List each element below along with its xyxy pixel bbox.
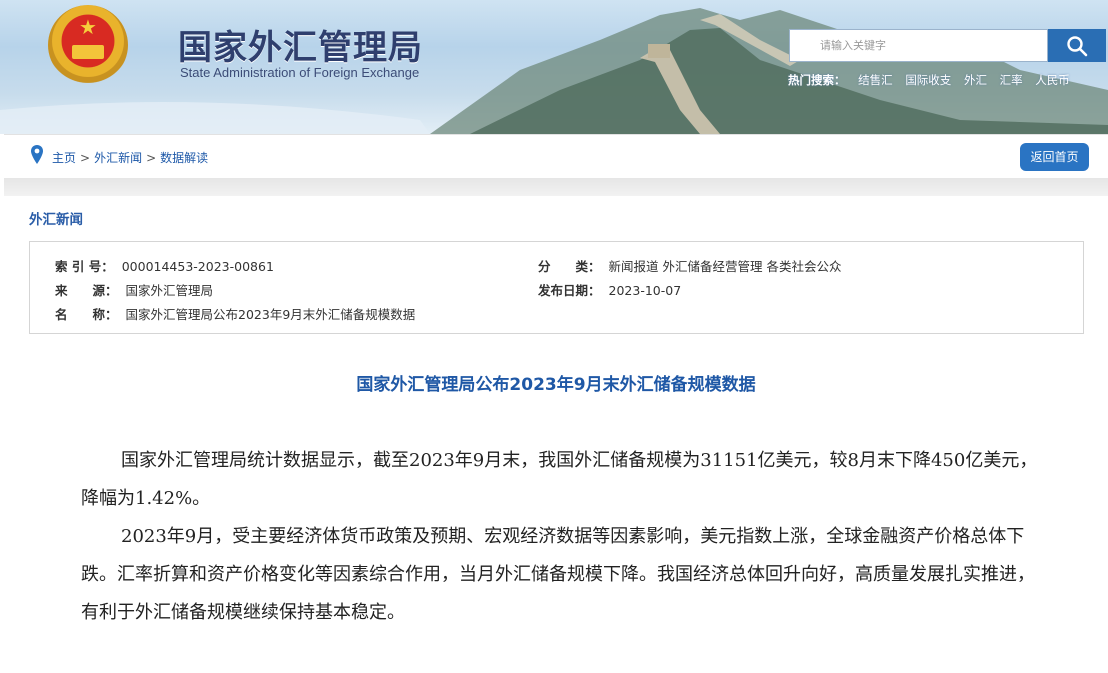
location-pin-icon	[31, 145, 43, 164]
meta-source-value: 国家外汇管理局	[125, 283, 214, 298]
meta-source-label: 来 源：	[55, 283, 118, 298]
back-home-button[interactable]: 返回首页	[1020, 143, 1089, 171]
search-icon	[1067, 35, 1088, 56]
breadcrumb-bar: 主页 > 外汇新闻 > 数据解读 返回首页	[4, 134, 1108, 179]
breadcrumb-separator: >	[80, 151, 91, 165]
hot-keyword-guojishouzhi[interactable]: 国际收支	[905, 73, 951, 87]
national-emblem-icon: ★	[48, 5, 128, 85]
breadcrumb: 主页 > 外汇新闻 > 数据解读	[52, 149, 208, 166]
search-button[interactable]	[1048, 29, 1106, 62]
site-subtitle: State Administration of Foreign Exchange	[180, 65, 420, 80]
meta-row-index: 索 引 号： 000014453-2023-00861	[55, 256, 274, 275]
breadcrumb-forex-news[interactable]: 外汇新闻	[94, 151, 142, 165]
meta-date-value: 2023-10-07	[608, 283, 682, 298]
site-banner: ★ 国家外汇管理局 State Administration of Foreig…	[0, 0, 1108, 134]
content-panel: 外汇新闻 索 引 号： 000014453-2023-00861 分 类： 新闻报道…	[4, 196, 1108, 673]
article-title: 国家外汇管理局公布2023年9月末外汇储备规模数据	[356, 375, 756, 395]
section-title: 外汇新闻	[29, 212, 83, 228]
hot-search-label: 热门搜索：	[788, 73, 846, 87]
metadata-table: 索 引 号： 000014453-2023-00861 分 类： 新闻报道 外汇储备…	[29, 241, 1084, 334]
hot-search: 热门搜索： 结售汇 国际收支 外汇 汇率 人民币	[788, 72, 1070, 88]
article-paragraph: 2023年9月，受主要经济体货币政策及预期、宏观经济数据等因素影响，美元指数上涨…	[81, 526, 1035, 623]
meta-index-value: 000014453-2023-00861	[121, 259, 274, 274]
great-wall-background	[0, 8, 1108, 134]
article-paragraph: 国家外汇管理局统计数据显示，截至2023年9月末，我国外汇储备规模为31151亿…	[81, 450, 1038, 509]
breadcrumb-home[interactable]: 主页	[52, 151, 76, 165]
meta-category-value: 新闻报道 外汇储备经营管理 各类社会公众	[608, 259, 842, 274]
site-title[interactable]: 国家外汇管理局	[178, 20, 423, 69]
meta-name-value: 国家外汇管理局公布2023年9月末外汇储备规模数据	[125, 307, 416, 322]
meta-row-name: 名 称： 国家外汇管理局公布2023年9月末外汇储备规模数据	[55, 304, 415, 323]
meta-row-date: 发布日期： 2023-10-07	[538, 280, 681, 299]
meta-index-label: 索 引 号：	[55, 259, 114, 274]
hot-keyword-waihui[interactable]: 外汇	[964, 73, 987, 87]
breadcrumb-data-interpretation[interactable]: 数据解读	[160, 151, 208, 165]
search-input[interactable]: 请输入关键字	[789, 29, 1048, 62]
meta-name-label: 名 称：	[55, 307, 118, 322]
meta-date-label: 发布日期：	[538, 283, 601, 298]
hot-keyword-huilv[interactable]: 汇率	[1000, 73, 1023, 87]
meta-row-source: 来 源： 国家外汇管理局	[55, 280, 213, 299]
meta-category-label: 分 类：	[538, 259, 601, 274]
breadcrumb-separator: >	[146, 151, 157, 165]
meta-row-category: 分 类： 新闻报道 外汇储备经营管理 各类社会公众	[538, 256, 841, 275]
hot-keyword-jieshouhui[interactable]: 结售汇	[858, 73, 893, 87]
hot-keyword-renminbi[interactable]: 人民币	[1035, 73, 1070, 87]
divider	[4, 178, 1108, 196]
